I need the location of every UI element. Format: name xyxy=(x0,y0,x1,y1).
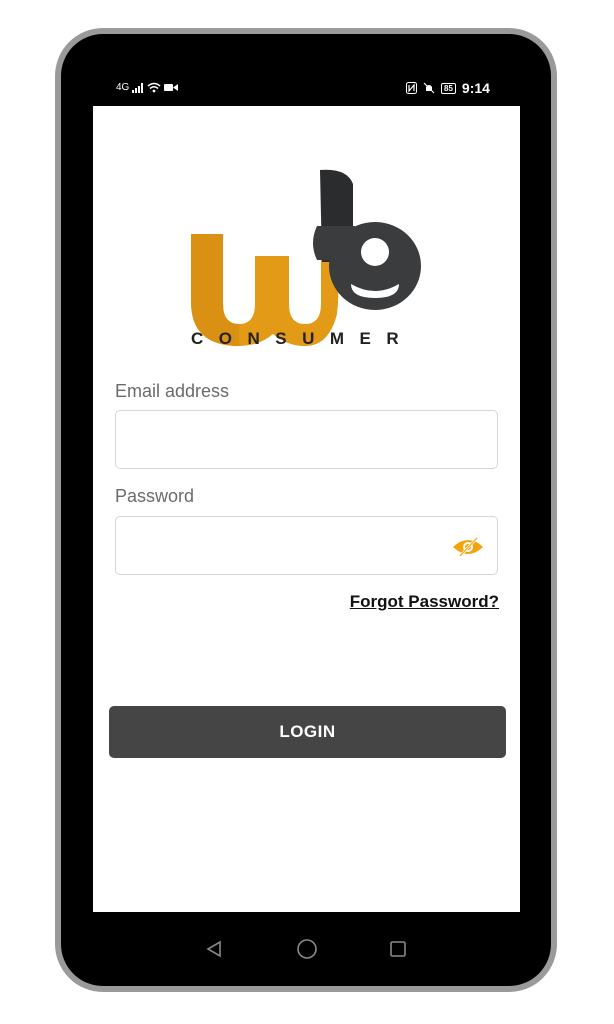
app-screen: CONSUMER Email address Password Forgot P… xyxy=(93,106,520,912)
network-type-label: 4G xyxy=(116,82,130,93)
signal-icon xyxy=(132,82,144,93)
home-circle-icon xyxy=(297,939,317,959)
recents-square-icon xyxy=(390,941,406,957)
status-right: 85 9:14 xyxy=(406,80,490,96)
logo-wordmark: CONSUMER xyxy=(191,329,415,348)
back-triangle-icon xyxy=(206,940,221,958)
status-left: 4G xyxy=(116,82,179,93)
password-field[interactable] xyxy=(115,516,498,575)
password-label: Password xyxy=(115,486,195,506)
nfc-icon xyxy=(406,82,417,94)
nav-recents-button[interactable] xyxy=(383,934,413,964)
toggle-visibility-eye-icon[interactable] xyxy=(451,535,485,559)
battery-icon: 85 xyxy=(441,82,456,94)
login-button[interactable]: LOGIN xyxy=(109,706,506,758)
nav-home-button[interactable] xyxy=(292,934,322,964)
wb-logo-icon xyxy=(191,169,421,346)
status-bar: 4G 85 9:14 xyxy=(116,78,496,98)
mute-bell-icon xyxy=(423,82,435,94)
email-label: Email address xyxy=(115,381,230,401)
video-call-icon xyxy=(164,84,179,91)
nav-back-button[interactable] xyxy=(199,934,229,964)
email-field[interactable] xyxy=(115,410,498,469)
system-nav-bar xyxy=(93,912,520,986)
wifi-icon xyxy=(147,82,161,93)
forgot-password-link[interactable]: Forgot Password? xyxy=(350,592,499,612)
clock-time: 9:14 xyxy=(461,80,490,96)
